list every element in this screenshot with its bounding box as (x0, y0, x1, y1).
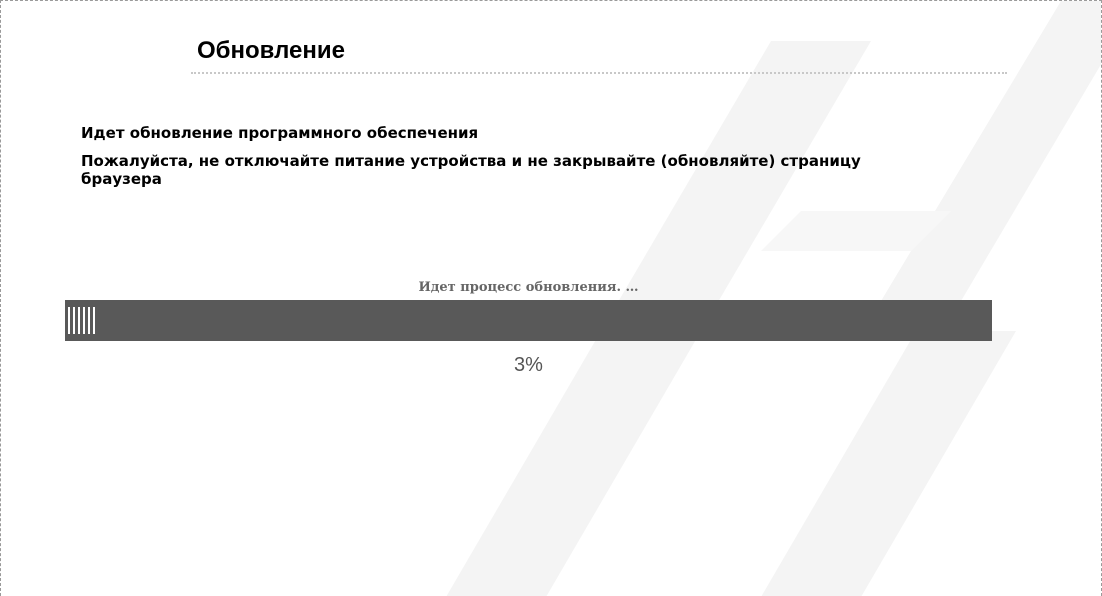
brand-logo-watermark-icon (446, 1, 1101, 596)
progress-bar-fill (68, 307, 96, 334)
update-page: Обновление Идет обновление программного … (0, 0, 1102, 596)
progress-status-text: Идет процесс обновления. … (418, 280, 639, 295)
title-divider (191, 72, 1007, 74)
page-title: Обновление (197, 37, 345, 64)
update-in-progress-message: Идет обновление программного обеспечения (81, 124, 479, 142)
progress-percent-label: 3% (514, 354, 543, 376)
progress-bar (65, 300, 992, 341)
do-not-power-off-warning: Пожалуйста, не отключайте питание устрой… (81, 152, 861, 188)
